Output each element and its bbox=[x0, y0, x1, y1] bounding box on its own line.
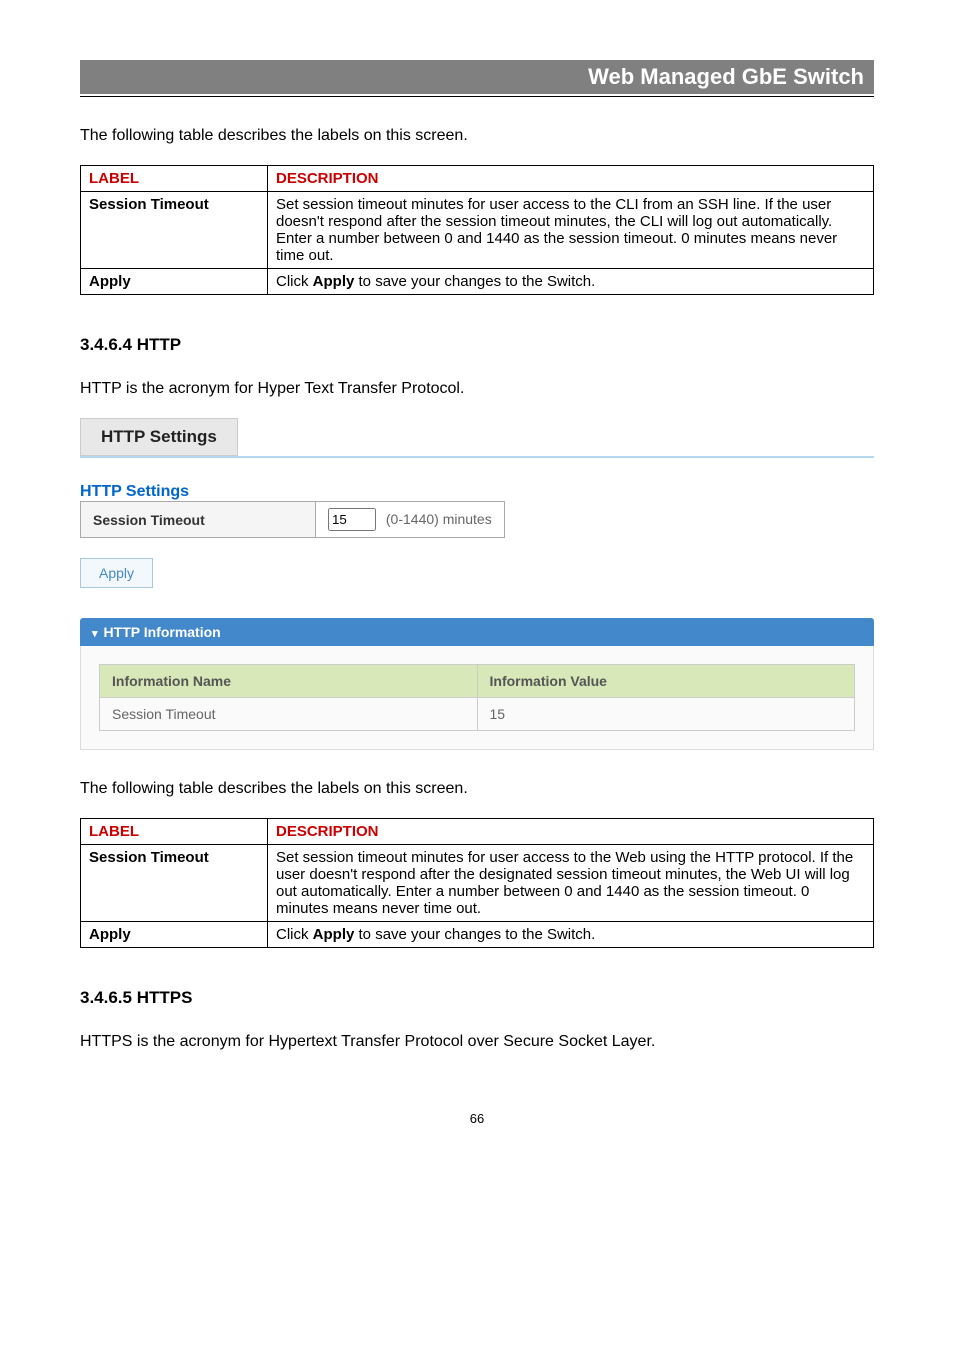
apply-button[interactable]: Apply bbox=[80, 558, 153, 588]
table2-row0-label: Session Timeout bbox=[81, 845, 268, 922]
session-timeout-input[interactable] bbox=[328, 508, 376, 531]
settings-divider bbox=[80, 456, 874, 458]
label-description-table-1: LABEL DESCRIPTION Session Timeout Set se… bbox=[80, 165, 874, 295]
table-row: Session Timeout 15 bbox=[100, 698, 855, 731]
http-info-panel: ▾ HTTP Information Information Name Infor… bbox=[80, 618, 874, 750]
header-underline bbox=[80, 96, 874, 97]
section-heading-http: 3.4.6.4 HTTP bbox=[80, 335, 874, 355]
table2-row1-desc-prefix: Click bbox=[276, 926, 313, 943]
table1-row1-desc: Click Apply to save your changes to the … bbox=[268, 269, 874, 295]
http-settings-tab[interactable]: HTTP Settings bbox=[80, 418, 238, 456]
table2-row1-desc-suffix: to save your changes to the Switch. bbox=[354, 926, 595, 943]
table1-header-label: LABEL bbox=[81, 166, 268, 192]
http-info-table: Information Name Information Value Sessi… bbox=[99, 664, 855, 731]
http-info-panel-header[interactable]: ▾ HTTP Information bbox=[80, 618, 874, 646]
table2-row1-label: Apply bbox=[81, 922, 268, 948]
info-table-row-value: 15 bbox=[477, 698, 855, 731]
page-header-title: Web Managed GbE Switch bbox=[588, 64, 864, 89]
label-description-table-2: LABEL DESCRIPTION Session Timeout Set se… bbox=[80, 818, 874, 948]
http-settings-tab-container: HTTP Settings bbox=[80, 418, 874, 456]
table1-row1-desc-bold: Apply bbox=[313, 273, 355, 290]
table1-header-description: DESCRIPTION bbox=[268, 166, 874, 192]
info-table-row-name: Session Timeout bbox=[100, 698, 478, 731]
section-heading-https: 3.4.6.5 HTTPS bbox=[80, 988, 874, 1008]
page-header-bar: Web Managed GbE Switch bbox=[80, 60, 874, 94]
table2-row1-desc-bold: Apply bbox=[313, 926, 355, 943]
table2-header-description: DESCRIPTION bbox=[268, 819, 874, 845]
page-number: 66 bbox=[80, 1111, 874, 1126]
table2-row0-desc: Set session timeout minutes for user acc… bbox=[268, 845, 874, 922]
table-row: Apply Click Apply to save your changes t… bbox=[81, 269, 874, 295]
session-timeout-suffix: (0-1440) minutes bbox=[386, 511, 492, 527]
session-timeout-label: Session Timeout bbox=[81, 502, 316, 538]
table1-row1-desc-suffix: to save your changes to the Switch. bbox=[354, 273, 595, 290]
http-info-panel-body: Information Name Information Value Sessi… bbox=[80, 646, 874, 750]
chevron-down-icon: ▾ bbox=[92, 628, 98, 640]
http-settings-box: Session Timeout (0-1440) minutes bbox=[80, 501, 505, 538]
info-table-header-value: Information Value bbox=[477, 665, 855, 698]
table-row: Session Timeout Set session timeout minu… bbox=[81, 192, 874, 269]
intro-text-1: The following table describes the labels… bbox=[80, 127, 874, 145]
info-table-header-name: Information Name bbox=[100, 665, 478, 698]
table1-row0-desc: Set session timeout minutes for user acc… bbox=[268, 192, 874, 269]
table2-header-label: LABEL bbox=[81, 819, 268, 845]
http-intro-text: HTTP is the acronym for Hyper Text Trans… bbox=[80, 380, 874, 398]
session-timeout-value-cell: (0-1440) minutes bbox=[316, 502, 505, 538]
http-settings-section-title: HTTP Settings bbox=[80, 483, 874, 501]
table-row: Session Timeout Set session timeout minu… bbox=[81, 845, 874, 922]
intro-text-2: The following table describes the labels… bbox=[80, 780, 874, 798]
https-intro-text: HTTPS is the acronym for Hypertext Trans… bbox=[80, 1033, 874, 1051]
info-panel-title: HTTP Information bbox=[104, 624, 221, 640]
table1-row1-desc-prefix: Click bbox=[276, 273, 313, 290]
table1-row1-label: Apply bbox=[81, 269, 268, 295]
table2-row1-desc: Click Apply to save your changes to the … bbox=[268, 922, 874, 948]
table-row: Apply Click Apply to save your changes t… bbox=[81, 922, 874, 948]
table1-row0-label: Session Timeout bbox=[81, 192, 268, 269]
